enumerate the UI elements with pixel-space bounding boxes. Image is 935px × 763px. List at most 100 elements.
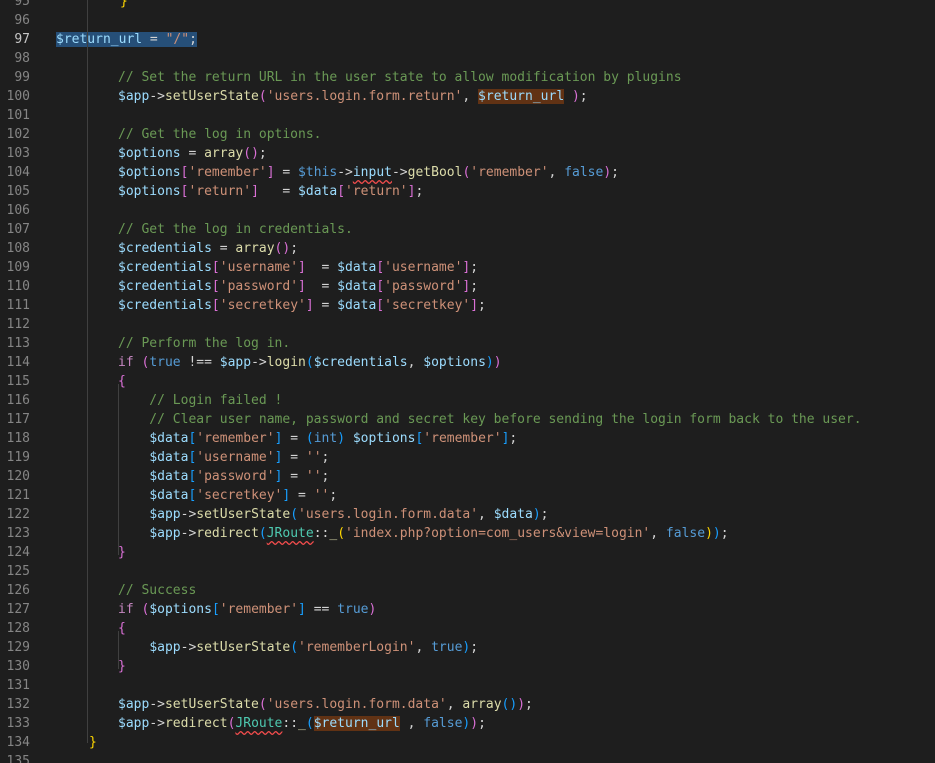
line-code[interactable]: $data['secretkey'] = ''; xyxy=(56,486,337,505)
code-line[interactable]: 95} xyxy=(0,0,935,11)
line-code[interactable]: { xyxy=(56,372,126,391)
code-token: $data xyxy=(149,469,189,484)
code-line[interactable]: 112 xyxy=(0,315,935,334)
code-line[interactable]: 114 if (true !== $app->login($credentials… xyxy=(0,353,935,372)
code-line[interactable]: 119 $data['username'] = ''; xyxy=(0,448,935,467)
line-code[interactable]: $options['return'] = $data['return']; xyxy=(56,182,423,201)
line-number: 128 xyxy=(6,621,30,636)
code-token: , xyxy=(462,89,479,104)
line-code[interactable]: if ($options['remember'] == true) xyxy=(56,600,376,619)
line-code[interactable]: if (true !== $app->login($credentials, $… xyxy=(56,353,502,372)
line-code[interactable]: // Perform the log in. xyxy=(56,334,290,353)
line-code[interactable]: $app->setUserState('rememberLogin', true… xyxy=(56,638,478,657)
code-line[interactable]: 120 $data['password'] = ''; xyxy=(0,467,935,486)
code-token: ] xyxy=(298,279,306,294)
code-line[interactable]: 103 $options = array(); xyxy=(0,144,935,163)
code-line[interactable]: 106 xyxy=(0,201,935,220)
code-line[interactable]: 111 $credentials['secretkey'] = $data['se… xyxy=(0,296,935,315)
code-token: [ xyxy=(211,260,220,275)
code-token: // Set the return URL in the user state … xyxy=(118,70,682,85)
line-code[interactable]: $data['remember'] = (int) $options['reme… xyxy=(56,429,517,448)
code-token: , xyxy=(548,165,565,180)
line-code[interactable]: } xyxy=(56,0,128,11)
line-code[interactable]: $credentials['username'] = $data['userna… xyxy=(56,258,478,277)
code-token: ( xyxy=(258,526,267,541)
code-token: } xyxy=(118,659,126,674)
line-number: 117 xyxy=(6,412,30,427)
line-code[interactable]: } xyxy=(56,657,126,676)
line-code[interactable]: $app->redirect(JRoute::_('index.php?opti… xyxy=(56,524,728,543)
code-token: $credentials xyxy=(118,298,212,313)
code-token: [ xyxy=(211,279,220,294)
code-token: 'users.login.form.data' xyxy=(298,507,479,522)
line-code[interactable]: // Login failed ! xyxy=(56,391,282,410)
line-code[interactable]: $credentials['password'] = $data['passwo… xyxy=(56,277,478,296)
line-code[interactable]: } xyxy=(56,543,126,562)
code-line[interactable]: 125 xyxy=(0,562,935,581)
code-line[interactable]: 128 { xyxy=(0,619,935,638)
code-line[interactable]: 108 $credentials = array(); xyxy=(0,239,935,258)
line-code[interactable]: // Set the return URL in the user state … xyxy=(56,68,682,87)
code-token: ( xyxy=(305,716,314,731)
line-code[interactable]: // Get the log in options. xyxy=(56,125,322,144)
code-line[interactable]: 135 xyxy=(0,752,935,763)
code-line[interactable]: 117 // Clear user name, password and sec… xyxy=(0,410,935,429)
code-line[interactable]: 110 $credentials['password'] = $data['pas… xyxy=(0,277,935,296)
code-line[interactable]: 116 // Login failed ! xyxy=(0,391,935,410)
line-code[interactable]: } xyxy=(56,733,97,752)
line-code[interactable]: $options['remember'] = $this->input->get… xyxy=(56,163,619,182)
code-line[interactable]: 96 xyxy=(0,11,935,30)
code-line[interactable]: 126 // Success xyxy=(0,581,935,600)
code-line[interactable]: 131 xyxy=(0,676,935,695)
code-editor[interactable]: 95} 96 97 $return_url = "/"; 98 99 // Set the … xyxy=(0,0,935,763)
code-line[interactable]: 134} xyxy=(0,733,935,752)
code-line[interactable]: 121 $data['secretkey'] = ''; xyxy=(0,486,935,505)
line-code[interactable]: $app->setUserState('users.login.form.dat… xyxy=(56,505,548,524)
line-number: 99 xyxy=(14,70,30,85)
code-line[interactable]: 102 // Get the log in options. xyxy=(0,125,935,144)
line-code[interactable]: { xyxy=(56,619,126,638)
line-code[interactable]: // Clear user name, password and secret … xyxy=(56,410,861,429)
code-line[interactable]: 132 $app->setUserState('users.login.form.… xyxy=(0,695,935,714)
line-code[interactable]: $app->redirect(JRoute::_($return_url , f… xyxy=(56,714,486,733)
code-line[interactable]: 100 $app->setUserState('users.login.form.… xyxy=(0,87,935,106)
code-line[interactable]: 133 $app->redirect(JRoute::_($return_url … xyxy=(0,714,935,733)
line-number: 111 xyxy=(6,298,30,313)
line-code[interactable]: $app->setUserState('users.login.form.dat… xyxy=(56,695,533,714)
code-line[interactable]: 101 xyxy=(0,106,935,125)
line-code[interactable]: $credentials = array(); xyxy=(56,239,298,258)
code-line[interactable]: 118 $data['remember'] = (int) $options['… xyxy=(0,429,935,448)
code-line[interactable]: 109 $credentials['username'] = $data['use… xyxy=(0,258,935,277)
code-line[interactable]: 97 $return_url = "/"; xyxy=(0,30,935,49)
code-line[interactable]: 98 xyxy=(0,49,935,68)
line-number: 120 xyxy=(6,469,30,484)
code-token: '' xyxy=(305,450,322,465)
code-lines[interactable]: 95} 96 97 $return_url = "/"; 98 99 // Set the … xyxy=(0,0,935,763)
code-line[interactable]: 115 { xyxy=(0,372,935,391)
code-line[interactable]: 124} xyxy=(0,543,935,562)
code-token: 'users.login.form.data' xyxy=(266,697,447,712)
code-line[interactable]: 113 // Perform the log in. xyxy=(0,334,935,353)
code-line[interactable]: 99 // Set the return URL in the user stat… xyxy=(0,68,935,87)
code-line[interactable]: 130} xyxy=(0,657,935,676)
code-line[interactable]: 127 if ($options['remember'] == true) xyxy=(0,600,935,619)
line-code[interactable]: $return_url = "/"; xyxy=(56,30,197,49)
code-token: JRoute xyxy=(266,526,314,541)
line-code[interactable]: // Success xyxy=(56,581,196,600)
code-line[interactable]: 104 $options['remember'] = $this->input->… xyxy=(0,163,935,182)
code-token: array xyxy=(235,241,275,256)
line-code[interactable]: $credentials['secretkey'] = $data['secre… xyxy=(56,296,486,315)
code-token: -> xyxy=(149,716,165,731)
code-line[interactable]: 123 $app->redirect(JRoute::_('index.php?… xyxy=(0,524,935,543)
code-line[interactable]: 122 $app->setUserState('users.login.form… xyxy=(0,505,935,524)
code-line[interactable]: 105 $options['return'] = $data['return']; xyxy=(0,182,935,201)
line-code[interactable]: // Get the log in credentials. xyxy=(56,220,353,239)
code-token: $return_url xyxy=(478,89,565,104)
code-line[interactable]: 129 $app->setUserState('rememberLogin', … xyxy=(0,638,935,657)
code-token: = xyxy=(258,184,299,199)
line-code[interactable]: $data['password'] = ''; xyxy=(56,467,329,486)
code-line[interactable]: 107 // Get the log in credentials. xyxy=(0,220,935,239)
line-code[interactable]: $data['username'] = ''; xyxy=(56,448,329,467)
line-code[interactable]: $app->setUserState('users.login.form.ret… xyxy=(56,87,588,106)
line-number: 100 xyxy=(6,89,30,104)
